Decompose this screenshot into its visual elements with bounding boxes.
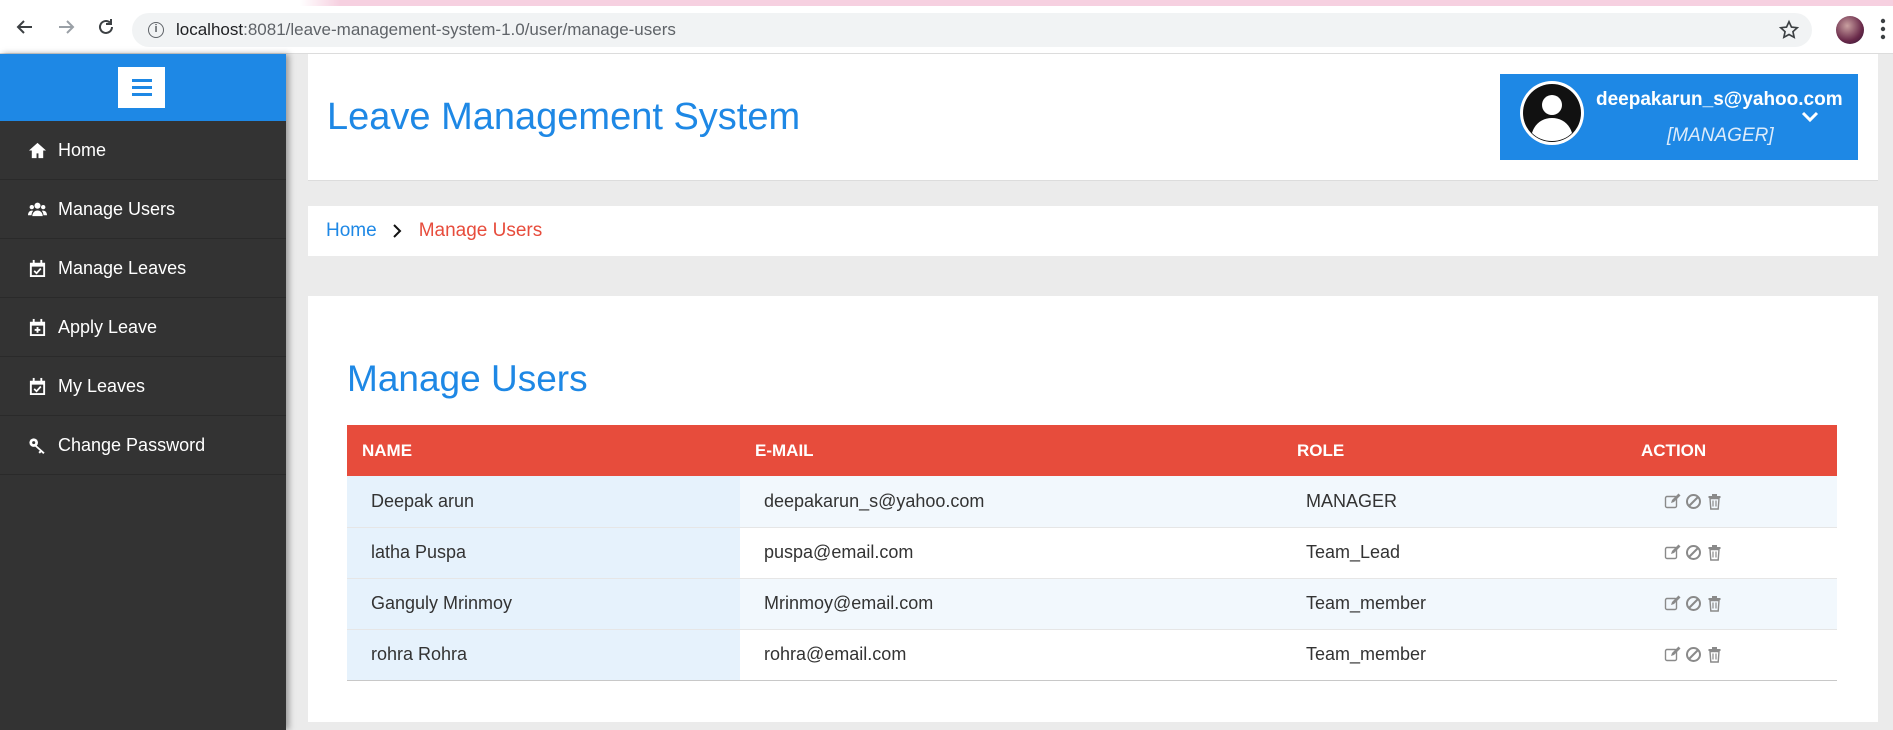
row-actions [1650, 646, 1837, 663]
calendar-plus-icon [27, 317, 47, 337]
sidebar-item-label: Change Password [58, 434, 206, 455]
table-row: Ganguly Mrinmoy Mrinmoy@email.com Team_m… [347, 578, 1837, 630]
user-avatar-icon [1523, 84, 1581, 142]
block-icon[interactable] [1685, 595, 1702, 612]
sidebar-item-label: Manage Leaves [58, 257, 187, 278]
user-role-cell: MANAGER [1282, 476, 1626, 528]
avatar [1520, 81, 1584, 145]
arrow-right-icon [59, 20, 75, 34]
table-body: Deepak arun deepakarun_s@yahoo.com MANAG… [347, 476, 1837, 681]
row-actions [1650, 493, 1837, 510]
calendar-check-icon [27, 258, 47, 278]
user-email-cell: Mrinmoy@email.com [740, 578, 1282, 630]
bookmark-star-icon[interactable] [1778, 19, 1800, 41]
sidebar-item-manage-leaves[interactable]: Manage Leaves [0, 239, 286, 298]
user-email-cell: rohra@email.com [740, 629, 1282, 681]
address-bar[interactable]: i localhost:8081/leave-management-system… [132, 13, 1812, 47]
column-header-action: ACTION [1626, 425, 1837, 476]
sidebar: Home Manage Users Manage Leaves Apply Le… [0, 54, 286, 730]
back-button[interactable] [12, 14, 38, 40]
user-email-cell: puspa@email.com [740, 527, 1282, 579]
column-header-name: NAME [347, 425, 740, 476]
row-actions [1650, 595, 1837, 612]
breadcrumb-current: Manage Users [418, 220, 543, 241]
url-host: localhost [176, 20, 244, 39]
block-icon[interactable] [1685, 493, 1702, 510]
edit-icon[interactable] [1664, 595, 1681, 612]
key-icon [27, 435, 47, 455]
user-name-cell: rohra Rohra [347, 629, 740, 681]
user-role-cell: Team_member [1282, 578, 1626, 630]
breadcrumb-home-link[interactable]: Home [326, 220, 377, 242]
user-actions-cell [1626, 476, 1837, 528]
url-path: :8081/leave-management-system-1.0/user/m… [243, 20, 676, 39]
sidebar-item-label: My Leaves [58, 375, 146, 396]
browser-toolbar: i localhost:8081/leave-management-system… [0, 0, 1893, 54]
hamburger-menu-button[interactable] [118, 67, 165, 108]
user-name-cell: Ganguly Mrinmoy [347, 578, 740, 630]
trash-icon[interactable] [1706, 493, 1723, 510]
sidebar-item-label: Home [58, 139, 107, 160]
user-actions-cell [1626, 527, 1837, 579]
edit-icon[interactable] [1664, 646, 1681, 663]
block-icon[interactable] [1685, 544, 1702, 561]
sidebar-item-my-leaves[interactable]: My Leaves [0, 357, 286, 416]
edit-icon[interactable] [1664, 544, 1681, 561]
breadcrumb: Home Manage Users [308, 206, 1878, 256]
trash-icon[interactable] [1706, 595, 1723, 612]
reload-icon [99, 19, 113, 34]
user-email: deepakarun_s@yahoo.com [1596, 89, 1843, 110]
app-title: Leave Management System [327, 96, 801, 138]
kebab-menu-icon[interactable] [1880, 18, 1886, 40]
table-row: rohra Rohra rohra@email.com Team_member [347, 629, 1837, 681]
user-role-cell: Team_Lead [1282, 527, 1626, 579]
user-actions-cell [1626, 578, 1837, 630]
user-menu[interactable]: deepakarun_s@yahoo.com [MANAGER] [1500, 74, 1858, 160]
users-table: NAME E-MAIL ROLE ACTION Deepak arun deep… [347, 425, 1837, 681]
sidebar-item-label: Apply Leave [58, 316, 158, 337]
arrow-left-icon [16, 20, 32, 34]
sidebar-header [0, 54, 286, 121]
reload-button[interactable] [93, 14, 119, 40]
user-name-cell: latha Puspa [347, 527, 740, 579]
sidebar-item-label: Manage Users [58, 198, 176, 219]
user-email-cell: deepakarun_s@yahoo.com [740, 476, 1282, 528]
sidebar-item-apply-leave[interactable]: Apply Leave [0, 298, 286, 357]
trash-icon[interactable] [1706, 646, 1723, 663]
home-icon [27, 140, 47, 160]
user-name-cell: Deepak arun [347, 476, 740, 528]
block-icon[interactable] [1685, 646, 1702, 663]
browser-tab-strip [0, 0, 1893, 6]
url-text[interactable]: localhost:8081/leave-management-system-1… [176, 20, 676, 40]
info-icon[interactable]: i [148, 22, 164, 38]
users-icon [27, 199, 47, 219]
calendar-check-icon [27, 376, 47, 396]
forward-button[interactable] [53, 14, 79, 40]
page-title: Manage Users [347, 358, 588, 399]
edit-icon[interactable] [1664, 493, 1681, 510]
trash-icon[interactable] [1706, 544, 1723, 561]
chevron-down-icon[interactable] [1800, 110, 1820, 124]
table-row: Deepak arun deepakarun_s@yahoo.com MANAG… [347, 476, 1837, 528]
user-role: [MANAGER] [1667, 125, 1774, 146]
table-row: latha Puspa puspa@email.com Team_Lead [347, 527, 1837, 579]
browser-profile-avatar[interactable] [1836, 16, 1864, 44]
chevron-right-icon [392, 224, 402, 238]
column-header-email: E-MAIL [740, 425, 1282, 476]
user-actions-cell [1626, 629, 1837, 681]
app-header: Leave Management System deepakarun_s@yah… [308, 54, 1878, 181]
sidebar-item-change-password[interactable]: Change Password [0, 416, 286, 475]
manage-users-panel: Manage Users NAME E-MAIL ROLE ACTION Dee… [308, 296, 1878, 722]
user-role-cell: Team_member [1282, 629, 1626, 681]
table-header-row: NAME E-MAIL ROLE ACTION [347, 425, 1837, 476]
sidebar-item-home[interactable]: Home [0, 121, 286, 180]
sidebar-item-manage-users[interactable]: Manage Users [0, 180, 286, 239]
row-actions [1650, 544, 1837, 561]
column-header-role: ROLE [1282, 425, 1626, 476]
